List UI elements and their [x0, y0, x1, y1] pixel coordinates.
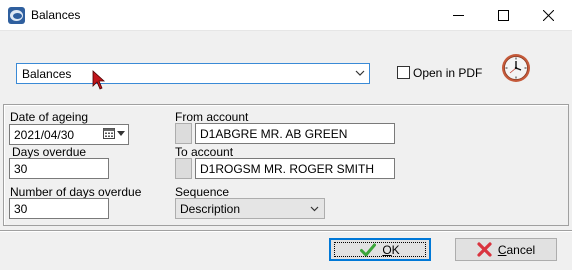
ok-button-label: OK: [382, 242, 400, 257]
from-account-label: From account: [175, 110, 249, 124]
clock-icon: [502, 54, 530, 82]
sequence-label: Sequence: [175, 185, 230, 199]
report-select-value: Balances: [22, 67, 72, 81]
number-of-days-overdue-value: 30: [14, 202, 28, 216]
maximize-button[interactable]: [481, 0, 526, 31]
checkmark-icon: [360, 243, 377, 256]
cancel-button-label: Cancel: [497, 242, 536, 257]
minimize-icon: [453, 15, 464, 16]
to-account-value: D1ROGSM MR. ROGER SMITH: [200, 162, 375, 176]
to-account-label: To account: [175, 145, 234, 159]
sequence-value: Description: [180, 202, 241, 216]
open-in-pdf-label: Open in PDF: [413, 66, 483, 80]
window-title: Balances: [31, 8, 81, 22]
chevron-down-icon: [310, 206, 319, 212]
open-in-pdf-checkbox[interactable]: [397, 66, 410, 79]
days-overdue-input[interactable]: 30: [9, 158, 109, 179]
schedule-button[interactable]: [500, 52, 532, 84]
cancel-button[interactable]: Cancel: [455, 238, 557, 261]
from-account-lookup-button[interactable]: [175, 123, 192, 144]
date-of-ageing-value: 2021/04/30: [14, 128, 75, 142]
date-dropdown-arrow-icon[interactable]: [117, 131, 125, 136]
sequence-select[interactable]: Description: [175, 198, 325, 219]
days-overdue-value: 30: [14, 162, 28, 176]
number-of-days-overdue-label: Number of days overdue: [10, 185, 142, 199]
to-account-input[interactable]: D1ROGSM MR. ROGER SMITH: [195, 158, 395, 179]
maximize-icon: [498, 10, 509, 21]
close-icon: [543, 10, 554, 21]
minimize-button[interactable]: [436, 0, 481, 31]
cancel-x-icon: [477, 242, 492, 257]
app-icon: [8, 7, 25, 24]
ok-button[interactable]: OK: [329, 238, 431, 261]
from-account-value: D1ABGRE MR. AB GREEN: [200, 127, 348, 141]
close-button[interactable]: [526, 0, 571, 31]
footer-divider: [0, 230, 572, 232]
to-account-lookup-button[interactable]: [175, 158, 192, 179]
date-of-ageing-label: Date of ageing: [10, 110, 89, 124]
focus-rectangle: [334, 242, 426, 257]
chevron-down-icon: [355, 70, 365, 76]
mouse-cursor-icon: [92, 70, 106, 90]
report-select[interactable]: Balances: [16, 63, 370, 84]
calendar-icon[interactable]: [103, 127, 115, 139]
days-overdue-label: Days overdue: [12, 145, 87, 159]
title-bar: Balances: [0, 0, 572, 31]
from-account-input[interactable]: D1ABGRE MR. AB GREEN: [195, 123, 395, 144]
number-of-days-overdue-input[interactable]: 30: [9, 198, 109, 219]
